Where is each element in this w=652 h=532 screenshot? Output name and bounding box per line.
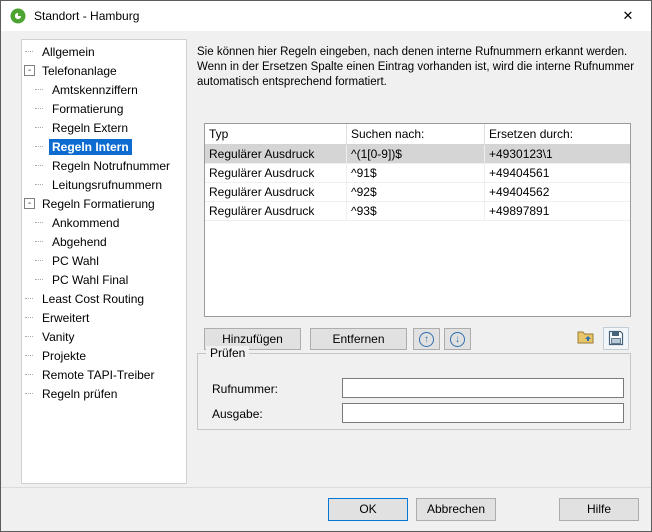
tree-connector bbox=[34, 141, 45, 152]
cancel-button[interactable]: Abbrechen bbox=[416, 498, 496, 521]
tree-connector bbox=[24, 293, 35, 304]
sidebar-item-regeln-extern[interactable]: Regeln Extern bbox=[22, 118, 186, 137]
pruefen-legend: Prüfen bbox=[206, 346, 249, 360]
app-icon bbox=[10, 8, 26, 24]
sidebar-item-ankommend[interactable]: Ankommend bbox=[22, 213, 186, 232]
pruefen-group: Prüfen Rufnummer: Ausgabe: bbox=[197, 353, 631, 430]
down-arrow-icon: ↓ bbox=[450, 332, 465, 347]
tree-connector bbox=[34, 255, 45, 266]
save-button[interactable] bbox=[603, 327, 629, 350]
ausgabe-input[interactable] bbox=[342, 403, 624, 423]
tree-connector bbox=[34, 236, 45, 247]
tree-connector bbox=[34, 160, 45, 171]
sidebar-item-regeln-notrufnummer[interactable]: Regeln Notrufnummer bbox=[22, 156, 186, 175]
collapse-icon[interactable]: - bbox=[24, 65, 35, 76]
import-button[interactable] bbox=[573, 327, 599, 350]
cell-ersetzen: +49404562 bbox=[485, 183, 630, 201]
cell-suchen: ^(1[0-9])$ bbox=[347, 145, 485, 163]
window-title: Standort - Hamburg bbox=[34, 9, 139, 23]
table-row[interactable]: Regulärer Ausdruck ^93$ +49897891 bbox=[205, 202, 630, 221]
table-row[interactable]: Regulärer Ausdruck ^92$ +49404562 bbox=[205, 183, 630, 202]
folder-open-icon bbox=[577, 334, 595, 348]
cell-suchen: ^91$ bbox=[347, 164, 485, 182]
sidebar-item-least-cost-routing[interactable]: Least Cost Routing bbox=[22, 289, 186, 308]
tree-connector bbox=[24, 388, 35, 399]
tree-connector bbox=[24, 46, 35, 57]
rules-table: Typ Suchen nach: Ersetzen durch: Regulär… bbox=[204, 123, 631, 317]
tree-connector bbox=[24, 369, 35, 380]
sidebar-item-telefonanlage[interactable]: -Telefonanlage bbox=[22, 61, 186, 80]
sidebar-item-vanity[interactable]: Vanity bbox=[22, 327, 186, 346]
sidebar-item-remote-tapi-treiber[interactable]: Remote TAPI-Treiber bbox=[22, 365, 186, 384]
sidebar-item-amtskennziffern[interactable]: Amtskennziffern bbox=[22, 80, 186, 99]
titlebar: Standort - Hamburg ✕ bbox=[1, 1, 651, 31]
remove-button[interactable]: Entfernen bbox=[310, 328, 407, 350]
collapse-icon[interactable]: - bbox=[24, 198, 35, 209]
table-row[interactable]: Regulärer Ausdruck ^91$ +49404561 bbox=[205, 164, 630, 183]
close-icon[interactable]: ✕ bbox=[605, 1, 651, 31]
sidebar-item-pc-wahl[interactable]: PC Wahl bbox=[22, 251, 186, 270]
tree-connector bbox=[34, 179, 45, 190]
sidebar-item-regeln-formatierung[interactable]: -Regeln Formatierung bbox=[22, 194, 186, 213]
ok-button[interactable]: OK bbox=[328, 498, 408, 521]
column-header-ersetzen[interactable]: Ersetzen durch: bbox=[485, 124, 630, 144]
cell-suchen: ^93$ bbox=[347, 202, 485, 220]
cell-typ: Regulärer Ausdruck bbox=[205, 202, 347, 220]
sidebar-item-regeln-intern[interactable]: Regeln Intern bbox=[22, 137, 186, 156]
sidebar-item-regeln-pruefen[interactable]: Regeln prüfen bbox=[22, 384, 186, 403]
tree-connector bbox=[34, 122, 45, 133]
tree-connector bbox=[34, 103, 45, 114]
sidebar-item-formatierung[interactable]: Formatierung bbox=[22, 99, 186, 118]
tree-connector bbox=[34, 274, 45, 285]
save-icon bbox=[608, 335, 624, 349]
cell-ersetzen: +49897891 bbox=[485, 202, 630, 220]
cell-ersetzen: +49404561 bbox=[485, 164, 630, 182]
tree-connector bbox=[34, 84, 45, 95]
tree-connector bbox=[34, 217, 45, 228]
help-button[interactable]: Hilfe bbox=[559, 498, 639, 521]
standort-dialog: Standort - Hamburg ✕ Allgemein -Telefona… bbox=[0, 0, 652, 532]
move-down-button[interactable]: ↓ bbox=[444, 328, 471, 350]
sidebar-item-pc-wahl-final[interactable]: PC Wahl Final bbox=[22, 270, 186, 289]
column-header-typ[interactable]: Typ bbox=[205, 124, 347, 144]
tree-connector bbox=[24, 331, 35, 342]
settings-tree: Allgemein -Telefonanlage Amtskennziffern… bbox=[21, 39, 187, 484]
move-up-button[interactable]: ↑ bbox=[413, 328, 440, 350]
cell-ersetzen: +4930123\1 bbox=[485, 145, 630, 163]
tree-connector bbox=[24, 350, 35, 361]
sidebar-item-abgehend[interactable]: Abgehend bbox=[22, 232, 186, 251]
column-header-suchen[interactable]: Suchen nach: bbox=[347, 124, 485, 144]
cell-suchen: ^92$ bbox=[347, 183, 485, 201]
sidebar-item-allgemein[interactable]: Allgemein bbox=[22, 42, 186, 61]
description-text: Sie können hier Regeln eingeben, nach de… bbox=[197, 45, 635, 90]
table-header: Typ Suchen nach: Ersetzen durch: bbox=[205, 124, 630, 145]
cell-typ: Regulärer Ausdruck bbox=[205, 183, 347, 201]
ausgabe-label: Ausgabe: bbox=[212, 407, 263, 421]
footer-divider bbox=[1, 487, 651, 488]
sidebar-item-projekte[interactable]: Projekte bbox=[22, 346, 186, 365]
sidebar-item-leitungsrufnummern[interactable]: Leitungsrufnummern bbox=[22, 175, 186, 194]
sidebar-item-erweitert[interactable]: Erweitert bbox=[22, 308, 186, 327]
tree-connector bbox=[24, 312, 35, 323]
rufnummer-label: Rufnummer: bbox=[212, 382, 278, 396]
table-row[interactable]: Regulärer Ausdruck ^(1[0-9])$ +4930123\1 bbox=[205, 145, 630, 164]
rufnummer-input[interactable] bbox=[342, 378, 624, 398]
cell-typ: Regulärer Ausdruck bbox=[205, 145, 347, 163]
cell-typ: Regulärer Ausdruck bbox=[205, 164, 347, 182]
up-arrow-icon: ↑ bbox=[419, 332, 434, 347]
